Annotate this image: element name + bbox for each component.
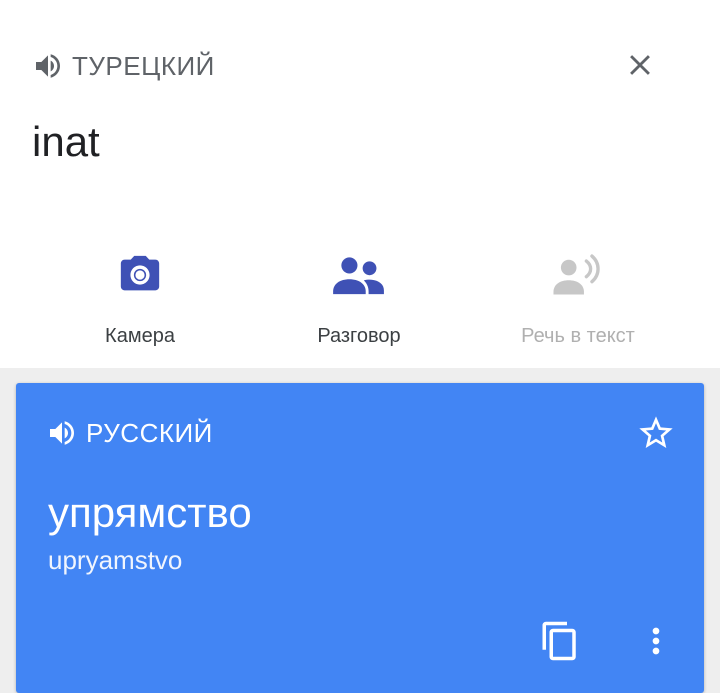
translation-card: РУССКИЙ упрямство upryamstvo [16,383,704,693]
copy-button[interactable] [534,615,586,667]
transliteration-text: upryamstvo [48,545,183,575]
conversation-button[interactable]: Разговор [259,245,459,355]
speaker-icon[interactable] [32,50,64,82]
transcribe-label: Речь в текст [521,325,635,347]
source-panel: ТУРЕЦКИЙ inat Камера Разговор Речь в тек… [0,0,720,368]
translation-text: упрямство [48,489,252,536]
source-language-row: ТУРЕЦКИЙ [32,46,215,86]
target-language-label[interactable]: РУССКИЙ [86,418,213,449]
camera-button[interactable]: Камера [40,245,240,355]
target-language-row: РУССКИЙ [46,413,213,453]
favorite-button[interactable] [632,409,680,457]
close-button[interactable] [618,43,662,87]
more-vert-icon [652,627,660,655]
transcribe-icon [553,254,600,295]
transcribe-button[interactable]: Речь в текст [478,245,678,355]
close-icon [630,55,650,75]
input-tools-row: Камера Разговор Речь в текст [0,245,720,355]
source-language-label[interactable]: ТУРЕЦКИЙ [72,51,215,82]
conversation-icon [333,257,384,295]
camera-label: Камера [105,325,175,347]
speaker-icon[interactable] [46,417,78,449]
source-text[interactable]: inat [32,118,100,166]
more-options-button[interactable] [634,615,678,667]
star-icon [639,416,673,448]
conversation-label: Разговор [317,325,401,347]
camera-icon [120,255,160,291]
copy-icon [542,621,576,661]
